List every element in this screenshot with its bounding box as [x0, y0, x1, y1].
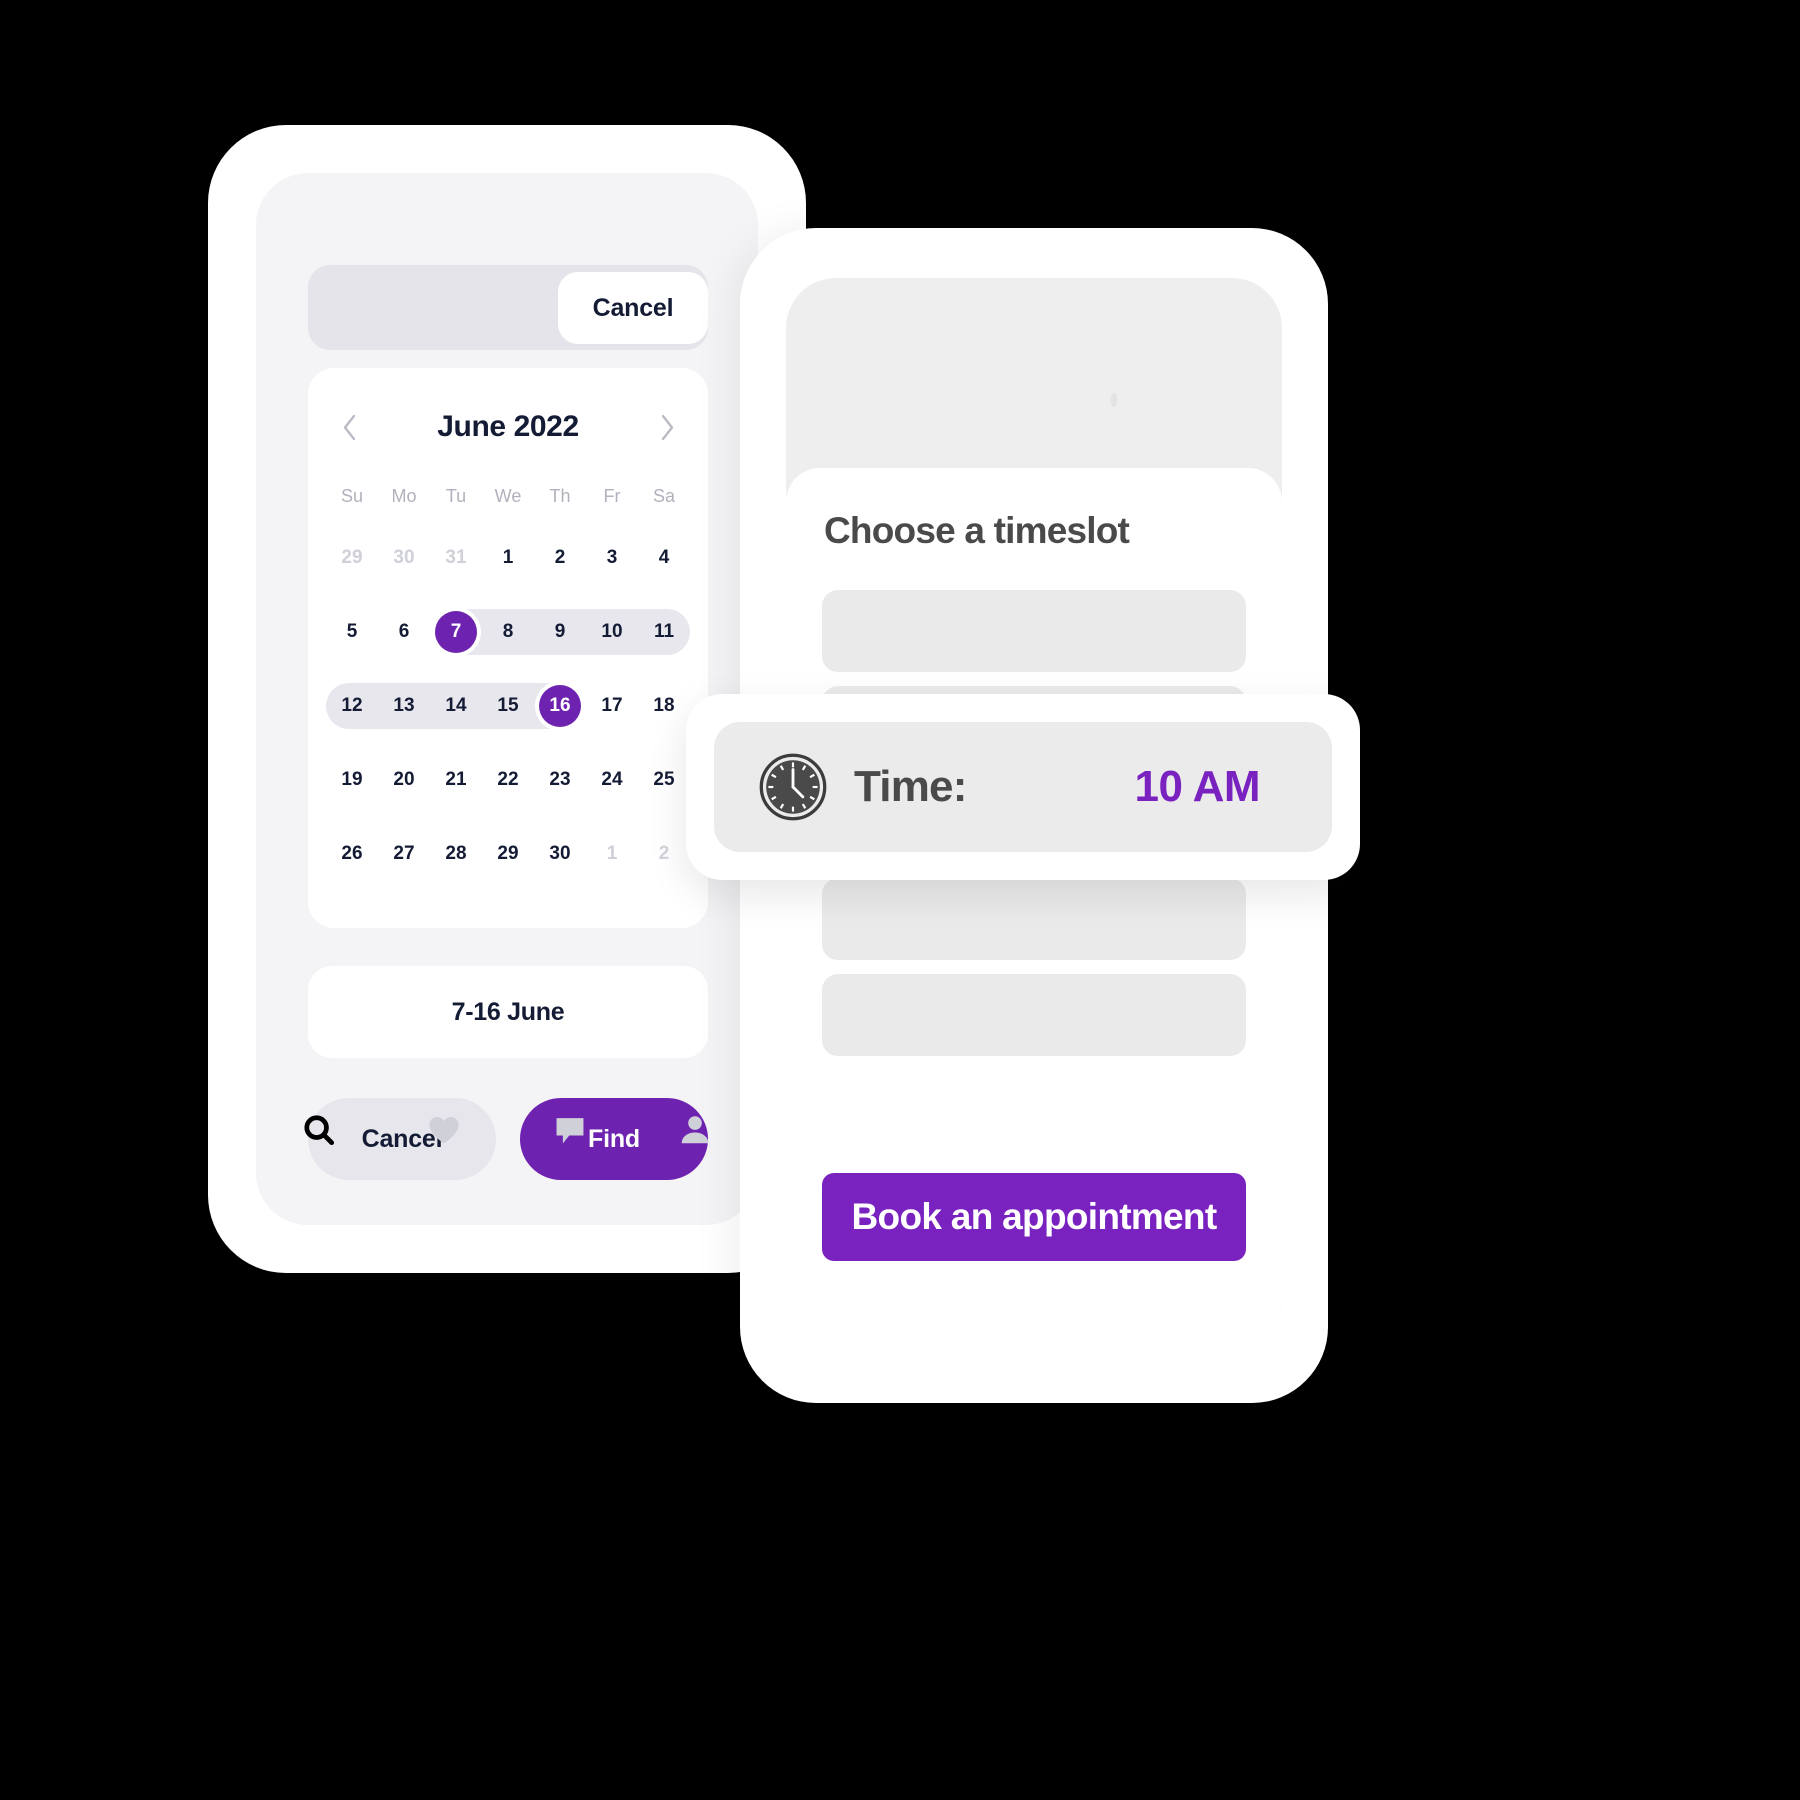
- time-label: Time:: [854, 762, 967, 811]
- status-indicator: [1111, 393, 1117, 407]
- calendar-week-row: 19 20 21 22 23 24 25: [308, 743, 708, 817]
- chat-bubble-icon: [556, 1118, 584, 1144]
- weekday-label: Su: [340, 486, 364, 506]
- calendar-day[interactable]: 3: [586, 521, 638, 595]
- calendar-day[interactable]: 28: [430, 817, 482, 891]
- weekday-label: Mo: [391, 486, 417, 506]
- calendar-week-row: 12 13 14 15 16 17 18: [308, 669, 708, 743]
- calendar-day[interactable]: 19: [326, 743, 378, 817]
- time-value: 10 AM: [1134, 762, 1261, 811]
- scene: Cancel June 2022 Su Mo Tu We Th Fr Sa 29 30 31 1 2…: [0, 0, 1800, 1800]
- timeslot-option[interactable]: [822, 974, 1246, 1056]
- chevron-left-icon[interactable]: [332, 410, 366, 444]
- weekday-label: Tu: [445, 486, 467, 506]
- heart-icon: [429, 1117, 459, 1144]
- calendar-screen: Cancel June 2022 Su Mo Tu We Th Fr Sa 29 30 31 1 2…: [256, 173, 758, 1225]
- calendar-day[interactable]: 21: [430, 743, 482, 817]
- calendar-card: June 2022 Su Mo Tu We Th Fr Sa 29 30 31 1 2 3 4 5 6 7 8 9…: [308, 368, 708, 928]
- calendar-day[interactable]: 1: [586, 817, 638, 891]
- calendar-day[interactable]: 2: [534, 521, 586, 595]
- calendar-day[interactable]: 20: [378, 743, 430, 817]
- time-selection-card[interactable]: Time: 10 AM: [686, 694, 1360, 880]
- search-icon: [304, 1115, 334, 1146]
- calendar-day[interactable]: 18: [638, 669, 690, 743]
- calendar-day[interactable]: 31: [430, 521, 482, 595]
- calendar-weekday-header: Su Mo Tu We Th Fr Sa: [308, 486, 708, 507]
- calendar-day[interactable]: 30: [534, 817, 586, 891]
- person-icon: [681, 1116, 709, 1144]
- weekday-label: Th: [549, 486, 571, 506]
- top-cancel-button[interactable]: Cancel: [558, 272, 708, 344]
- calendar-day[interactable]: 9: [534, 595, 586, 669]
- calendar-day[interactable]: 27: [378, 817, 430, 891]
- weekday-label: Sa: [652, 486, 676, 506]
- calendar-day[interactable]: 4: [638, 521, 690, 595]
- calendar-day[interactable]: 23: [534, 743, 586, 817]
- calendar-day[interactable]: 2: [638, 817, 690, 891]
- calendar-top-bar: Cancel: [308, 265, 708, 350]
- timeslot-option[interactable]: [822, 590, 1246, 672]
- calendar-day[interactable]: 26: [326, 817, 378, 891]
- calendar-day[interactable]: 25: [638, 743, 690, 817]
- calendar-week-row: 26 27 28 29 30 1 2: [308, 817, 708, 891]
- calendar-day[interactable]: 8: [482, 595, 534, 669]
- calendar-day[interactable]: 1: [482, 521, 534, 595]
- weekday-label: We: [494, 486, 522, 506]
- calendar-header: June 2022: [308, 368, 708, 486]
- calendar-day[interactable]: 11: [638, 595, 690, 669]
- calendar-day[interactable]: 24: [586, 743, 638, 817]
- time-row: Time: 10 AM: [714, 722, 1332, 852]
- page-title: Choose a timeslot: [824, 510, 1130, 551]
- calendar-day[interactable]: 22: [482, 743, 534, 817]
- weekday-label: Fr: [603, 486, 621, 506]
- calendar-day[interactable]: 29: [482, 817, 534, 891]
- calendar-day[interactable]: 30: [378, 521, 430, 595]
- book-appointment-button[interactable]: Book an appointment: [822, 1173, 1246, 1261]
- calendar-day-selected[interactable]: 7: [430, 595, 482, 669]
- timeslot-option[interactable]: [822, 878, 1246, 960]
- calendar-day[interactable]: 12: [326, 669, 378, 743]
- calendar-day-selected[interactable]: 16: [534, 669, 586, 743]
- tab-favorites[interactable]: [382, 1111, 508, 1149]
- calendar-month-title: June 2022: [437, 410, 579, 443]
- tab-search[interactable]: [256, 1111, 382, 1149]
- bottom-tab-bar: [256, 1075, 758, 1225]
- calendar-day[interactable]: 15: [482, 669, 534, 743]
- calendar-day[interactable]: 29: [326, 521, 378, 595]
- calendar-grid: 29 30 31 1 2 3 4 5 6 7 8 9 10 11 12 13 14 15 16 17 18 19 20 21 2…: [308, 521, 708, 891]
- calendar-day[interactable]: 13: [378, 669, 430, 743]
- tab-messages[interactable]: [507, 1111, 633, 1149]
- clock-icon: [759, 753, 827, 821]
- calendar-week-row: 5 6 7 8 9 10 11: [308, 595, 708, 669]
- calendar-day[interactable]: 17: [586, 669, 638, 743]
- calendar-day[interactable]: 5: [326, 595, 378, 669]
- selected-range-card[interactable]: 7-16 June: [308, 966, 708, 1058]
- chevron-right-icon[interactable]: [650, 410, 684, 444]
- timeslot-sheet: Choose a timeslot Book an appointment: [786, 468, 1282, 1353]
- calendar-day[interactable]: 14: [430, 669, 482, 743]
- calendar-day[interactable]: 10: [586, 595, 638, 669]
- calendar-week-row: 29 30 31 1 2 3 4: [308, 521, 708, 595]
- calendar-day[interactable]: 6: [378, 595, 430, 669]
